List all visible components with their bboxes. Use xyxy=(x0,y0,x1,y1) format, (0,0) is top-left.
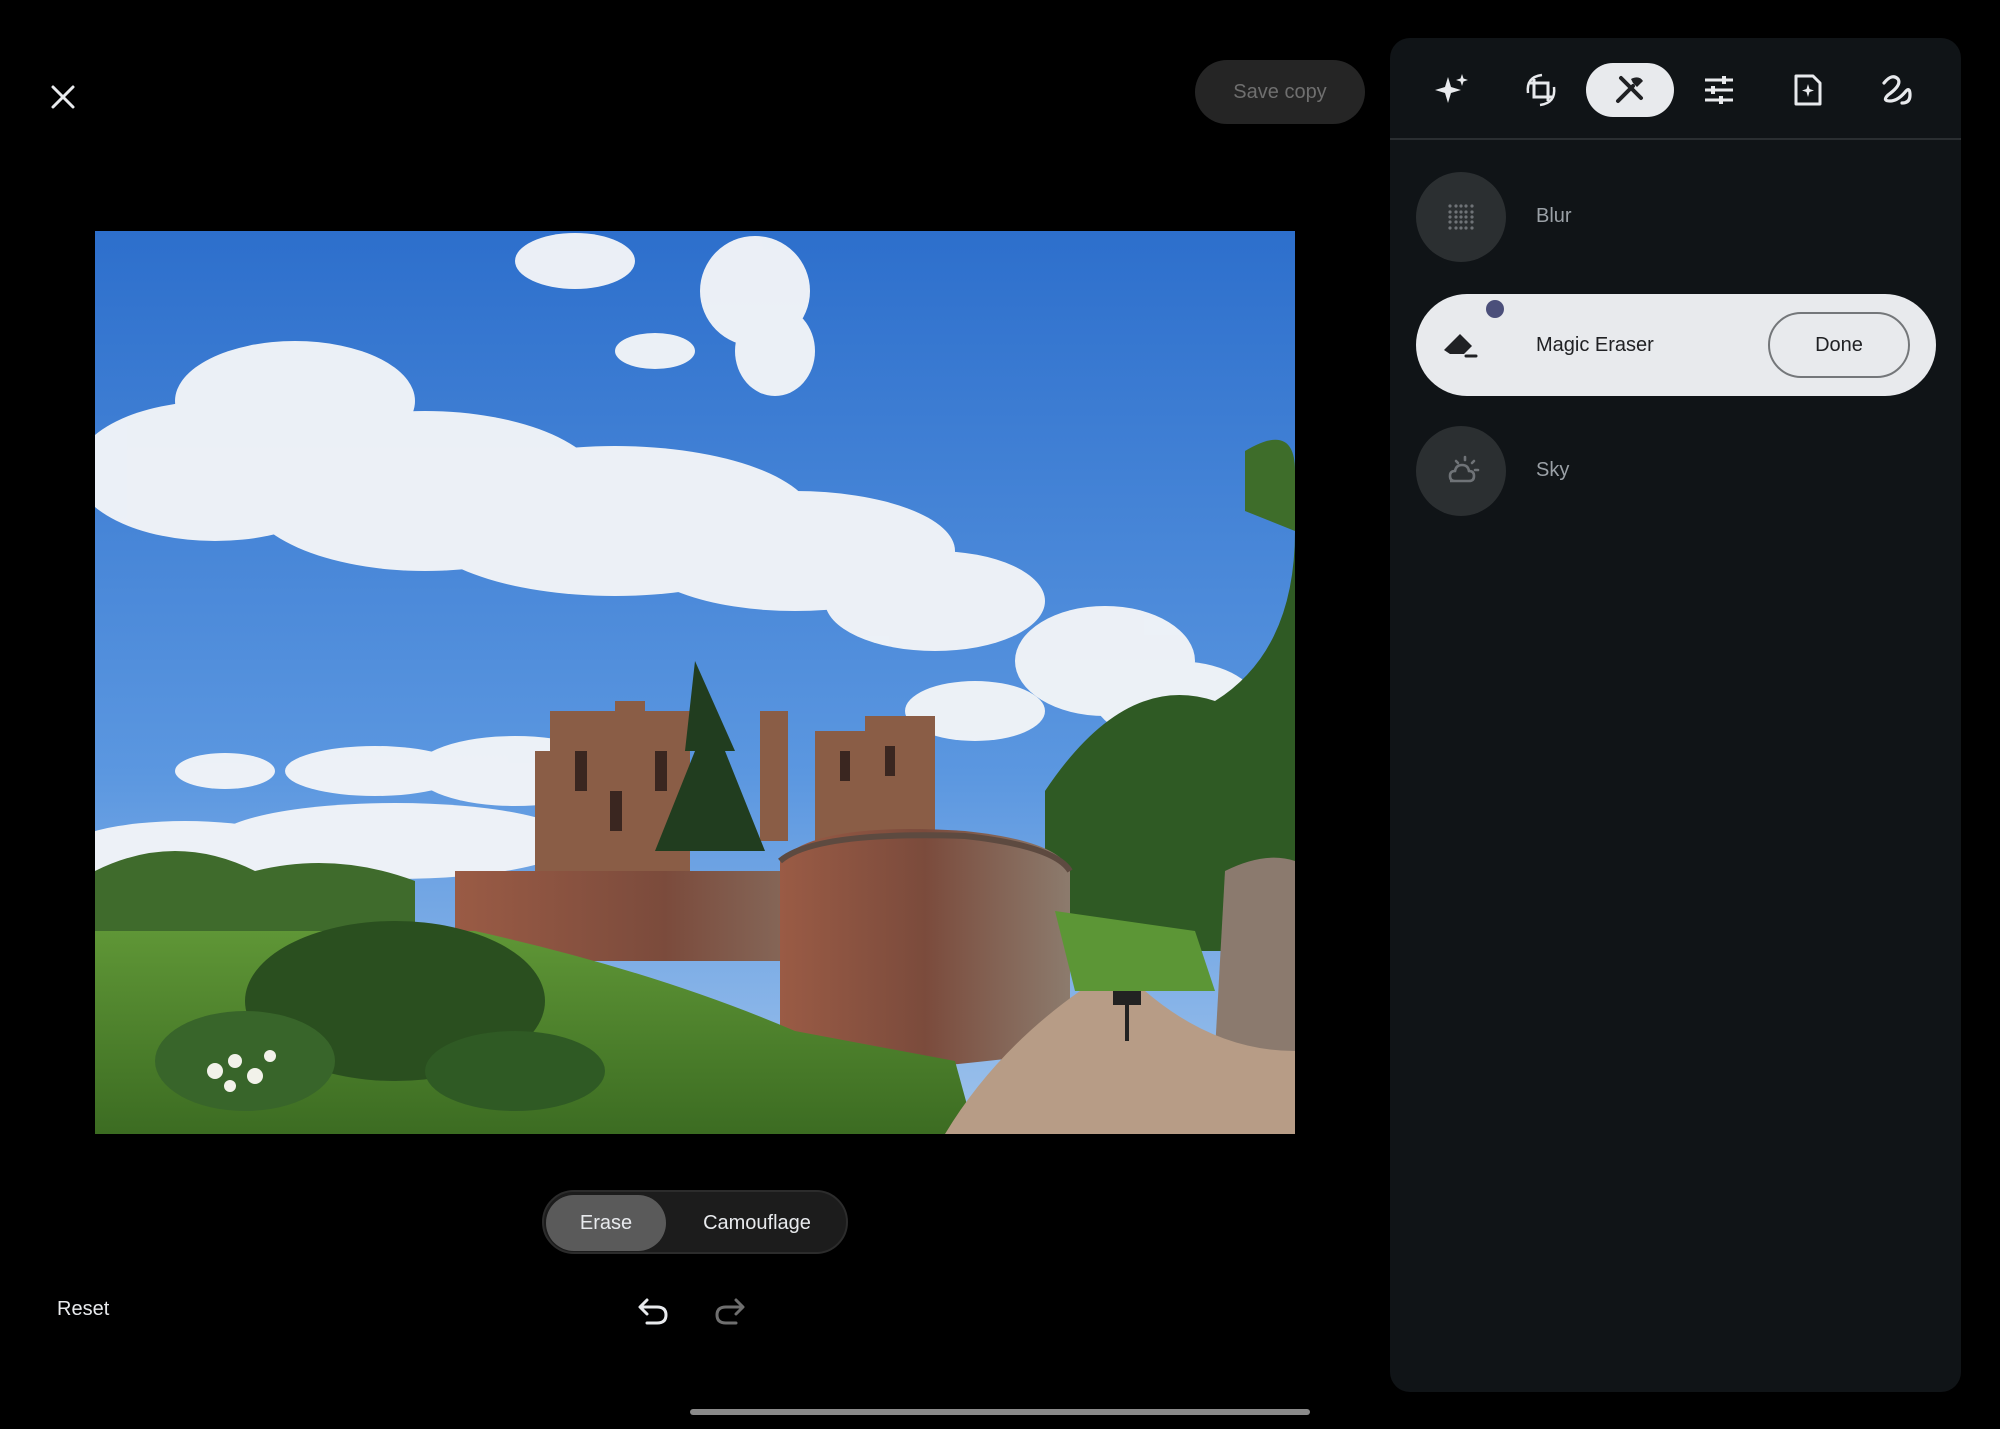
adjust-sliders-icon xyxy=(1705,76,1733,104)
mode-segmented-control: Erase Camouflage xyxy=(542,1190,848,1254)
tool-magic-eraser[interactable]: Magic Eraser Done xyxy=(1416,294,1936,396)
edit-tools-panel: Blur Magic Eraser Done Sky xyxy=(1390,38,1961,1392)
undo-icon xyxy=(638,1298,668,1325)
save-copy-button[interactable]: Save copy xyxy=(1195,60,1365,124)
tool-blur[interactable]: Blur xyxy=(1416,172,1936,262)
eraser-icon xyxy=(1444,334,1478,358)
tab-adjust[interactable] xyxy=(1675,63,1763,117)
edit-category-tabs xyxy=(1390,38,1961,140)
done-button[interactable]: Done xyxy=(1768,312,1910,378)
blur-label: Blur xyxy=(1536,205,1572,227)
tools-icon xyxy=(1616,76,1643,103)
blur-tool-button[interactable] xyxy=(1416,172,1506,262)
undo-button[interactable] xyxy=(633,1290,673,1330)
filters-icon xyxy=(1794,74,1822,106)
tab-suggestions[interactable] xyxy=(1408,63,1496,117)
redo-icon xyxy=(715,1298,745,1325)
redo-button[interactable] xyxy=(710,1290,750,1330)
photo-canvas[interactable] xyxy=(95,231,1295,1134)
magic-eraser-label: Magic Eraser xyxy=(1536,334,1654,356)
sky-icon xyxy=(1448,455,1480,483)
reset-button[interactable]: Reset xyxy=(57,1298,109,1321)
close-button[interactable] xyxy=(38,72,88,122)
camouflage-mode-button[interactable]: Camouflage xyxy=(674,1195,840,1251)
crop-rotate-icon xyxy=(1526,73,1556,107)
tab-filters[interactable] xyxy=(1764,63,1852,117)
home-indicator[interactable] xyxy=(690,1409,1310,1415)
tab-tools[interactable] xyxy=(1586,63,1674,117)
tab-markup[interactable] xyxy=(1853,63,1941,117)
sky-label: Sky xyxy=(1536,459,1570,481)
sky-tool-button[interactable] xyxy=(1416,426,1506,516)
photo-image xyxy=(95,231,1295,1134)
active-indicator-dot xyxy=(1486,300,1504,318)
erase-mode-button[interactable]: Erase xyxy=(546,1195,666,1251)
tool-sky[interactable]: Sky xyxy=(1416,426,1936,516)
sparkle-icon xyxy=(1435,74,1468,103)
blur-icon xyxy=(1448,204,1474,230)
tab-crop[interactable] xyxy=(1497,63,1585,117)
markup-icon xyxy=(1882,75,1912,105)
close-icon xyxy=(51,85,75,109)
